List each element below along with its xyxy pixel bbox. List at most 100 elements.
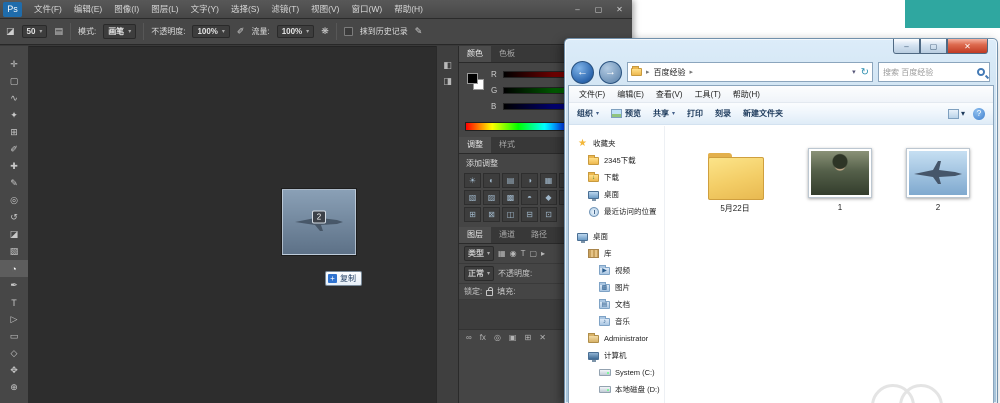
- tool-hand-icon[interactable]: ✥: [0, 362, 28, 379]
- menu-window[interactable]: 窗口(W): [346, 3, 389, 15]
- close-button[interactable]: ✕: [609, 2, 630, 16]
- tool-history-brush-icon[interactable]: ↺: [0, 209, 28, 226]
- adjustment-levels-icon[interactable]: ◐: [483, 173, 500, 188]
- foreground-color-swatch[interactable]: [467, 73, 478, 84]
- flow-dropdown[interactable]: 100% ▾: [277, 25, 314, 38]
- adjustment-icon[interactable]: ⊡: [540, 207, 557, 222]
- tool-crop-icon[interactable]: ⊞: [0, 124, 28, 141]
- print-button[interactable]: 打印: [687, 108, 703, 119]
- tool-healing-icon[interactable]: ✚: [0, 158, 28, 175]
- menu-view[interactable]: 查看(V): [650, 89, 689, 100]
- help-button[interactable]: ?: [973, 108, 985, 120]
- file-tile-image-1[interactable]: 1: [797, 140, 883, 212]
- share-button[interactable]: 共享 ▾: [653, 108, 675, 119]
- file-tile-image-2[interactable]: 2: [895, 140, 981, 212]
- adjustment-brightness-icon[interactable]: ☀: [464, 173, 481, 188]
- tab-layers[interactable]: 图层: [459, 227, 491, 243]
- adjustment-icon[interactable]: ⊞: [464, 207, 481, 222]
- menu-image[interactable]: 图像(I): [108, 3, 145, 15]
- drag-preview-thumbnail[interactable]: 2: [282, 189, 356, 255]
- tool-wand-icon[interactable]: ✦: [0, 107, 28, 124]
- search-input[interactable]: [883, 68, 977, 77]
- change-view-button[interactable]: ▾: [948, 109, 965, 119]
- new-layer-icon[interactable]: ⊞: [524, 333, 531, 342]
- search-icon[interactable]: [977, 68, 985, 76]
- file-list-pane[interactable]: 5月22日 1: [665, 126, 993, 403]
- menu-edit[interactable]: 编辑(E): [68, 3, 108, 15]
- menu-tools[interactable]: 工具(T): [689, 89, 727, 100]
- tab-paths[interactable]: 路径: [523, 227, 555, 243]
- tool-brush-icon[interactable]: ✎: [0, 175, 28, 192]
- tool-gradient-icon[interactable]: ▧: [0, 243, 28, 260]
- adjustment-invert-icon[interactable]: ◓: [521, 190, 538, 205]
- filter-pixel-icon[interactable]: ▦: [498, 249, 506, 258]
- filter-shape-icon[interactable]: ▢: [529, 249, 537, 258]
- brush-size-picker[interactable]: 50 ▾: [22, 25, 48, 38]
- restore-button[interactable]: ▢: [588, 2, 609, 16]
- menu-select[interactable]: 选择(S): [225, 3, 265, 15]
- brush-panel-toggle-icon[interactable]: ▤: [54, 26, 63, 37]
- link-layers-icon[interactable]: ∞: [466, 333, 472, 342]
- layer-mask-icon[interactable]: ◎: [494, 333, 501, 342]
- menu-file[interactable]: 文件(F): [28, 3, 68, 15]
- tool-lasso-icon[interactable]: ∿: [0, 90, 28, 107]
- tool-eyedropper-icon[interactable]: ✐: [0, 141, 28, 158]
- mode-dropdown[interactable]: 画笔 ▾: [103, 24, 136, 39]
- tab-adjustments[interactable]: 调整: [459, 137, 491, 153]
- tool-move-icon[interactable]: ✛: [0, 56, 28, 73]
- adjustment-exposure-icon[interactable]: ◑: [521, 173, 538, 188]
- address-history-caret-icon[interactable]: ▾: [852, 68, 856, 76]
- delete-layer-icon[interactable]: ✕: [539, 333, 546, 342]
- nav-item-local-disk-d[interactable]: 本地磁盘 (D:): [569, 381, 664, 398]
- file-tile-folder[interactable]: 5月22日: [692, 140, 778, 214]
- back-button[interactable]: ←: [571, 61, 594, 84]
- tool-clone-icon[interactable]: ◎: [0, 192, 28, 209]
- layer-style-icon[interactable]: fx: [480, 333, 486, 342]
- menu-help[interactable]: 帮助(H): [727, 89, 766, 100]
- nav-item-music[interactable]: ♪ 音乐: [569, 313, 664, 330]
- tool-marquee-icon[interactable]: ▢: [0, 73, 28, 90]
- menu-edit[interactable]: 编辑(E): [611, 89, 650, 100]
- adjustment-posterize-icon[interactable]: ◆: [540, 190, 557, 205]
- adjustment-mixer-icon[interactable]: ▨: [483, 190, 500, 205]
- tool-eraser-icon[interactable]: ◪: [0, 226, 28, 243]
- new-folder-button[interactable]: 新建文件夹: [743, 108, 783, 119]
- erase-history-checkbox[interactable]: [344, 27, 353, 36]
- maximize-button[interactable]: ▢: [920, 39, 947, 54]
- tool-3d-icon[interactable]: ◇: [0, 345, 28, 362]
- menu-view[interactable]: 视图(V): [305, 3, 345, 15]
- nav-item-favorites[interactable]: ★ 收藏夹: [569, 135, 664, 152]
- tab-styles[interactable]: 样式: [491, 137, 523, 153]
- menu-help[interactable]: 帮助(H): [388, 3, 429, 15]
- adjustment-icon[interactable]: ⊠: [483, 207, 500, 222]
- dock-expand-icon[interactable]: ◨: [437, 76, 458, 92]
- opacity-dropdown[interactable]: 100% ▾: [192, 25, 229, 38]
- nav-item-downloads[interactable]: ↓ 下载: [569, 169, 664, 186]
- nav-item-system-c[interactable]: System (C:): [569, 364, 664, 381]
- tab-swatches[interactable]: 色板: [491, 46, 523, 62]
- lock-icon[interactable]: [486, 290, 493, 296]
- filter-type-icon[interactable]: T: [521, 249, 526, 258]
- adjustment-photofilter-icon[interactable]: ▧: [464, 190, 481, 205]
- adjustment-curves-icon[interactable]: ▤: [502, 173, 519, 188]
- nav-item-2345-downloads[interactable]: 2345下载: [569, 152, 664, 169]
- nav-item-pictures[interactable]: ▩ 图片: [569, 279, 664, 296]
- nav-item-videos[interactable]: ▶ 视频: [569, 262, 664, 279]
- minimize-button[interactable]: –: [567, 2, 588, 16]
- minimize-button[interactable]: –: [893, 39, 920, 54]
- pen-pressure-icon[interactable]: ✐: [237, 26, 245, 37]
- refresh-icon[interactable]: ↻: [861, 67, 869, 78]
- tool-blur-icon-active[interactable]: ◔: [0, 260, 28, 277]
- tool-zoom-icon[interactable]: ⊕: [0, 379, 28, 396]
- nav-item-libraries[interactable]: 库: [569, 245, 664, 262]
- forward-button[interactable]: →: [599, 61, 622, 84]
- tool-text-icon[interactable]: T: [0, 294, 28, 311]
- nav-item-desktop-favorite[interactable]: 桌面: [569, 186, 664, 203]
- preview-button[interactable]: 预览: [611, 108, 641, 119]
- filter-smartobject-icon[interactable]: ▸: [541, 249, 545, 258]
- tool-path-select-icon[interactable]: ▷: [0, 311, 28, 328]
- breadcrumb-location[interactable]: 百度经验: [654, 67, 686, 78]
- nav-item-documents[interactable]: ▤ 文档: [569, 296, 664, 313]
- adjustment-layer-icon[interactable]: ▣: [509, 333, 517, 342]
- layer-filter-dropdown[interactable]: 类型 ▾: [464, 246, 494, 261]
